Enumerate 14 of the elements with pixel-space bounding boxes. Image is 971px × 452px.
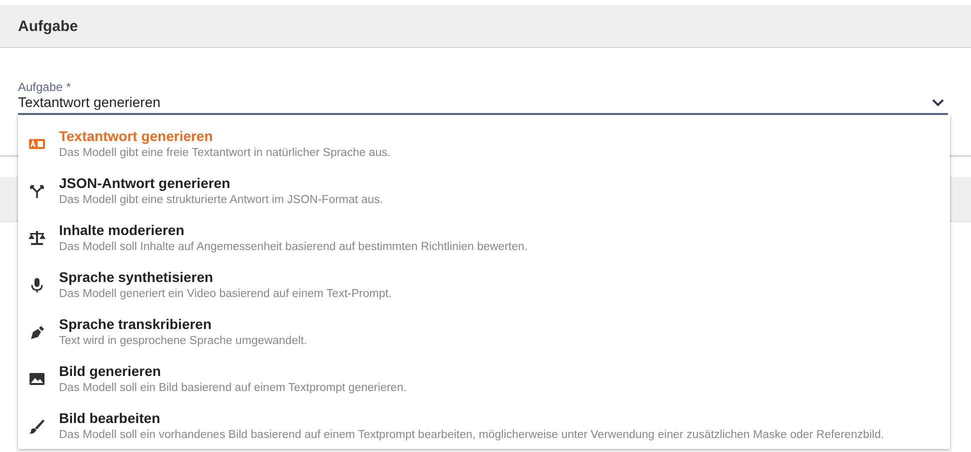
menu-item[interactable]: Sprache transkribieren Text wird in gesprochene Sprache umgewandelt. [18, 308, 950, 356]
section-title: Aufgabe [18, 18, 78, 34]
menu-item[interactable]: Bild bearbeiten Das Modell soll ein vorhandenes Bild basierend auf einem Textprompt bearbeiten, möglicherweise unter Verwendung einer zusätzlichen Maske oder Referenzbild. [18, 402, 950, 450]
pen-nib-icon [28, 324, 46, 340]
menu-item[interactable]: Bild generieren Das Modell soll ein Bild basierend auf einem Textprompt generieren. [18, 355, 950, 402]
menu-item[interactable]: Sprache synthetisieren Das Modell generiert ein Video basierend auf einem Text-Prompt. [18, 262, 950, 308]
menu-item[interactable]: Textantwort generieren Das Modell gibt eine freie Textantwort in natürlicher Sprache aus. [18, 121, 950, 168]
brush-icon [28, 418, 46, 434]
chevron-down-icon [932, 99, 944, 107]
menu-item[interactable]: JSON-Antwort generieren Das Modell gibt eine strukturierte Antwort im JSON-Format aus. [18, 168, 950, 215]
image-icon [28, 370, 46, 387]
fork-icon [28, 183, 46, 200]
scale-icon [28, 230, 46, 246]
menu-item[interactable]: Inhalte moderieren Das Modell soll Inhalte auf Angemessenheit basierend auf bestimmten Richtlinien bewerten. [18, 214, 950, 262]
